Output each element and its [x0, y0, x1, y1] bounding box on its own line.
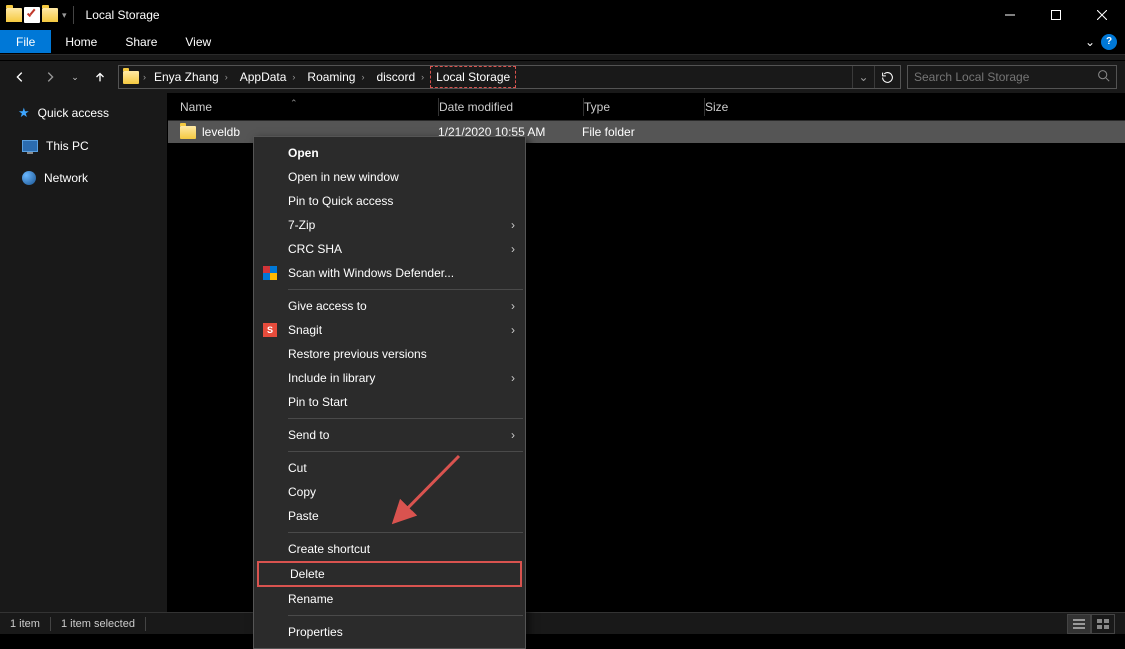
pc-icon [22, 140, 38, 152]
ctx-send-to[interactable]: Send to› [254, 423, 525, 447]
star-icon: ★ [18, 105, 30, 121]
column-size[interactable]: Size [705, 100, 785, 114]
new-folder-icon[interactable] [42, 8, 58, 22]
column-date[interactable]: Date modified [439, 100, 583, 114]
column-headers: Name⌃ Date modified Type Size [168, 93, 1125, 121]
file-tab[interactable]: File [0, 30, 51, 53]
ctx-properties[interactable]: Properties [254, 620, 525, 644]
title-bar: ▾ Local Storage [0, 0, 1125, 30]
address-history-dropdown[interactable]: ⌄ [852, 66, 874, 88]
chevron-right-icon: › [511, 242, 515, 256]
ctx-7zip[interactable]: 7-Zip› [254, 213, 525, 237]
ctx-give-access[interactable]: Give access to› [254, 294, 525, 318]
minimize-button[interactable] [987, 0, 1033, 30]
chevron-right-icon[interactable]: › [143, 72, 146, 82]
back-button[interactable] [8, 65, 32, 89]
snagit-icon: S [262, 322, 278, 338]
up-button[interactable] [88, 65, 112, 89]
navigation-pane: ★ Quick access This PC Network [0, 93, 168, 612]
search-icon[interactable] [1097, 69, 1110, 85]
breadcrumb-item[interactable]: Roaming› [301, 66, 370, 88]
refresh-button[interactable] [874, 66, 900, 88]
ctx-create-shortcut[interactable]: Create shortcut [254, 537, 525, 561]
ctx-crc-sha[interactable]: CRC SHA› [254, 237, 525, 261]
ctx-snagit[interactable]: S Snagit› [254, 318, 525, 342]
ctx-copy[interactable]: Copy [254, 480, 525, 504]
folder-icon [180, 126, 196, 139]
shield-icon [262, 265, 278, 281]
network-icon [22, 171, 36, 185]
context-menu: Open Open in new window Pin to Quick acc… [253, 136, 526, 649]
sidebar-item-label: Network [44, 171, 88, 185]
share-tab[interactable]: Share [111, 30, 171, 53]
view-tab[interactable]: View [171, 30, 225, 53]
column-name[interactable]: Name⌃ [180, 100, 438, 114]
column-type[interactable]: Type [584, 100, 704, 114]
folder-icon [123, 71, 139, 84]
ctx-rename[interactable]: Rename [254, 587, 525, 611]
details-view-button[interactable] [1067, 614, 1091, 634]
breadcrumb-item[interactable]: Enya Zhang› [148, 66, 234, 88]
forward-button[interactable] [38, 65, 62, 89]
sidebar-item-quick-access[interactable]: ★ Quick access [0, 101, 167, 125]
ribbon-expand-icon[interactable]: ⌄ [1085, 35, 1095, 49]
thumbnails-view-button[interactable] [1091, 614, 1115, 634]
chevron-right-icon: › [511, 299, 515, 313]
search-input[interactable] [914, 70, 1097, 84]
sidebar-item-this-pc[interactable]: This PC [0, 135, 167, 157]
file-type: File folder [582, 125, 702, 139]
address-bar[interactable]: › Enya Zhang› AppData› Roaming› discord›… [118, 65, 901, 89]
breadcrumb-item[interactable]: discord› [370, 66, 430, 88]
address-bar-row: ⌄ › Enya Zhang› AppData› Roaming› discor… [0, 61, 1125, 93]
ctx-open[interactable]: Open [254, 141, 525, 165]
search-box[interactable] [907, 65, 1117, 89]
window-title: Local Storage [86, 8, 160, 22]
help-icon[interactable]: ? [1101, 34, 1117, 50]
sidebar-item-label: This PC [46, 139, 89, 153]
breadcrumb-item-current[interactable]: Local Storage [430, 66, 516, 88]
close-button[interactable] [1079, 0, 1125, 30]
ctx-open-new-window[interactable]: Open in new window [254, 165, 525, 189]
ctx-defender[interactable]: Scan with Windows Defender... [254, 261, 525, 285]
breadcrumb-item[interactable]: AppData› [234, 66, 302, 88]
chevron-right-icon: › [511, 323, 515, 337]
recent-dropdown[interactable]: ⌄ [68, 65, 82, 89]
home-tab[interactable]: Home [51, 30, 111, 53]
properties-icon[interactable] [24, 7, 40, 23]
chevron-right-icon: › [511, 218, 515, 232]
ctx-pin-start[interactable]: Pin to Start [254, 390, 525, 414]
ctx-restore-versions[interactable]: Restore previous versions [254, 342, 525, 366]
sidebar-item-label: Quick access [38, 106, 109, 120]
qat-dropdown-icon[interactable]: ▾ [62, 10, 67, 21]
file-name: leveldb [202, 125, 240, 139]
status-bar: 1 item 1 item selected [0, 612, 1125, 634]
sidebar-item-network[interactable]: Network [0, 167, 167, 189]
ctx-cut[interactable]: Cut [254, 456, 525, 480]
folder-icon [6, 8, 22, 22]
status-item-count: 1 item [10, 618, 40, 630]
sort-indicator-icon: ⌃ [290, 98, 298, 109]
chevron-right-icon: › [511, 371, 515, 385]
chevron-right-icon: › [511, 428, 515, 442]
ctx-delete[interactable]: Delete [257, 561, 522, 587]
ctx-paste[interactable]: Paste [254, 504, 525, 528]
maximize-button[interactable] [1033, 0, 1079, 30]
ctx-include-library[interactable]: Include in library› [254, 366, 525, 390]
ribbon-tabs: File Home Share View ⌄ ? [0, 30, 1125, 54]
status-selected-count: 1 item selected [61, 618, 135, 630]
ctx-pin-quick-access[interactable]: Pin to Quick access [254, 189, 525, 213]
